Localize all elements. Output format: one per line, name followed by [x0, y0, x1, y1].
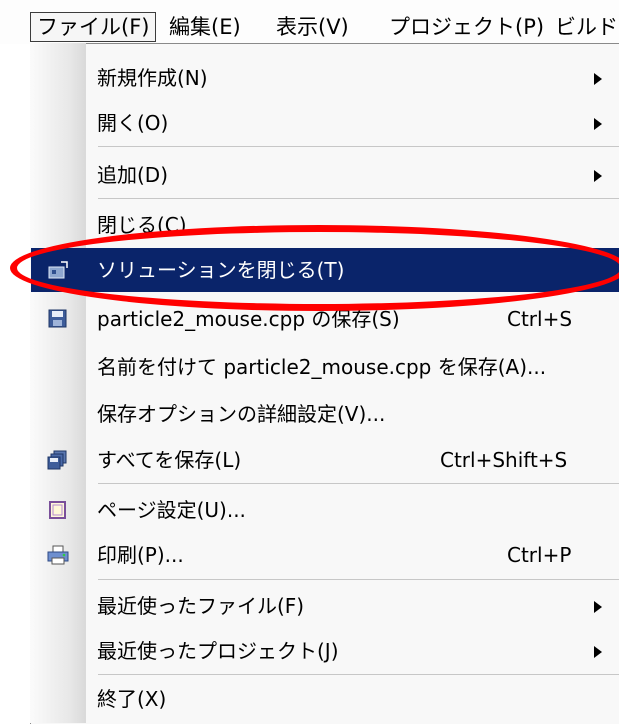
page-setup-icon [49, 501, 66, 519]
menu-build[interactable]: ビルド( [549, 12, 619, 42]
menu-item-label: 閉じる(C) [97, 213, 187, 237]
save-all-icon [47, 450, 67, 470]
menu-item-label: 追加(D) [97, 163, 169, 187]
menu-item-label: ソリューションを閉じる(T) [97, 258, 345, 282]
menu-item-page-setup[interactable]: ページ設定(U)... [31, 488, 619, 532]
menu-separator [98, 579, 619, 580]
menu-item-label: 名前を付けて particle2_mouse.cpp を保存(A)... [97, 355, 547, 379]
menu-project[interactable]: プロジェクト(P) [383, 12, 550, 42]
menu-separator [98, 483, 619, 484]
menu-item-label: 新規作成(N) [97, 66, 208, 90]
menu-view[interactable]: 表示(V) [270, 12, 355, 42]
submenu-arrow-icon [594, 601, 602, 613]
close-solution-icon [48, 261, 68, 279]
submenu-arrow-icon [594, 118, 602, 130]
menu-bar: ファイル(F) 編集(E) 表示(V) プロジェクト(P) ビルド( [0, 0, 619, 44]
menu-item-recent-projects[interactable]: 最近使ったプロジェクト(J) [31, 629, 619, 673]
menu-item-close-solution[interactable]: ソリューションを閉じる(T) [31, 248, 619, 292]
menu-item-label: 最近使ったファイル(F) [97, 594, 305, 618]
menu-separator [98, 674, 619, 675]
menu-item-label: particle2_mouse.cpp の保存(S) [97, 307, 400, 331]
menu-item-advanced-save-options[interactable]: 保存オプションの詳細設定(V)... [31, 392, 619, 436]
submenu-arrow-icon [594, 73, 602, 85]
menu-separator [98, 198, 619, 199]
menu-item-open[interactable]: 開く(O) [31, 101, 619, 145]
submenu-arrow-icon [594, 170, 602, 182]
menu-item-save-all[interactable]: すべてを保存(L) Ctrl+Shift+S [31, 438, 619, 482]
menu-shortcut: Ctrl+S [507, 307, 573, 331]
menu-item-save-as[interactable]: 名前を付けて particle2_mouse.cpp を保存(A)... [31, 345, 619, 389]
menu-item-label: 最近使ったプロジェクト(J) [97, 639, 339, 663]
submenu-arrow-icon [594, 646, 602, 658]
menu-item-print[interactable]: 印刷(P)... Ctrl+P [31, 533, 619, 577]
menu-edit[interactable]: 編集(E) [163, 12, 247, 42]
menu-item-add[interactable]: 追加(D) [31, 153, 619, 197]
menu-item-new[interactable]: 新規作成(N) [31, 56, 619, 100]
menu-item-label: 保存オプションの詳細設定(V)... [97, 402, 386, 426]
menu-item-close[interactable]: 閉じる(C) [31, 203, 619, 247]
save-icon [48, 309, 67, 328]
menu-shortcut: Ctrl+Shift+S [440, 448, 568, 472]
menu-item-exit[interactable]: 終了(X) [31, 677, 619, 721]
menu-item-recent-files[interactable]: 最近使ったファイル(F) [31, 584, 619, 628]
menu-item-label: 印刷(P)... [97, 543, 184, 567]
menu-separator [98, 146, 619, 147]
menu-item-label: 開く(O) [97, 111, 169, 135]
menu-item-label: ページ設定(U)... [97, 498, 246, 522]
print-icon [47, 545, 69, 565]
menu-file[interactable]: ファイル(F) [30, 12, 157, 42]
menu-item-save[interactable]: particle2_mouse.cpp の保存(S) Ctrl+S [31, 297, 619, 341]
menu-shortcut: Ctrl+P [507, 543, 572, 567]
menu-item-label: 終了(X) [97, 687, 167, 711]
menu-item-label: すべてを保存(L) [97, 448, 242, 472]
